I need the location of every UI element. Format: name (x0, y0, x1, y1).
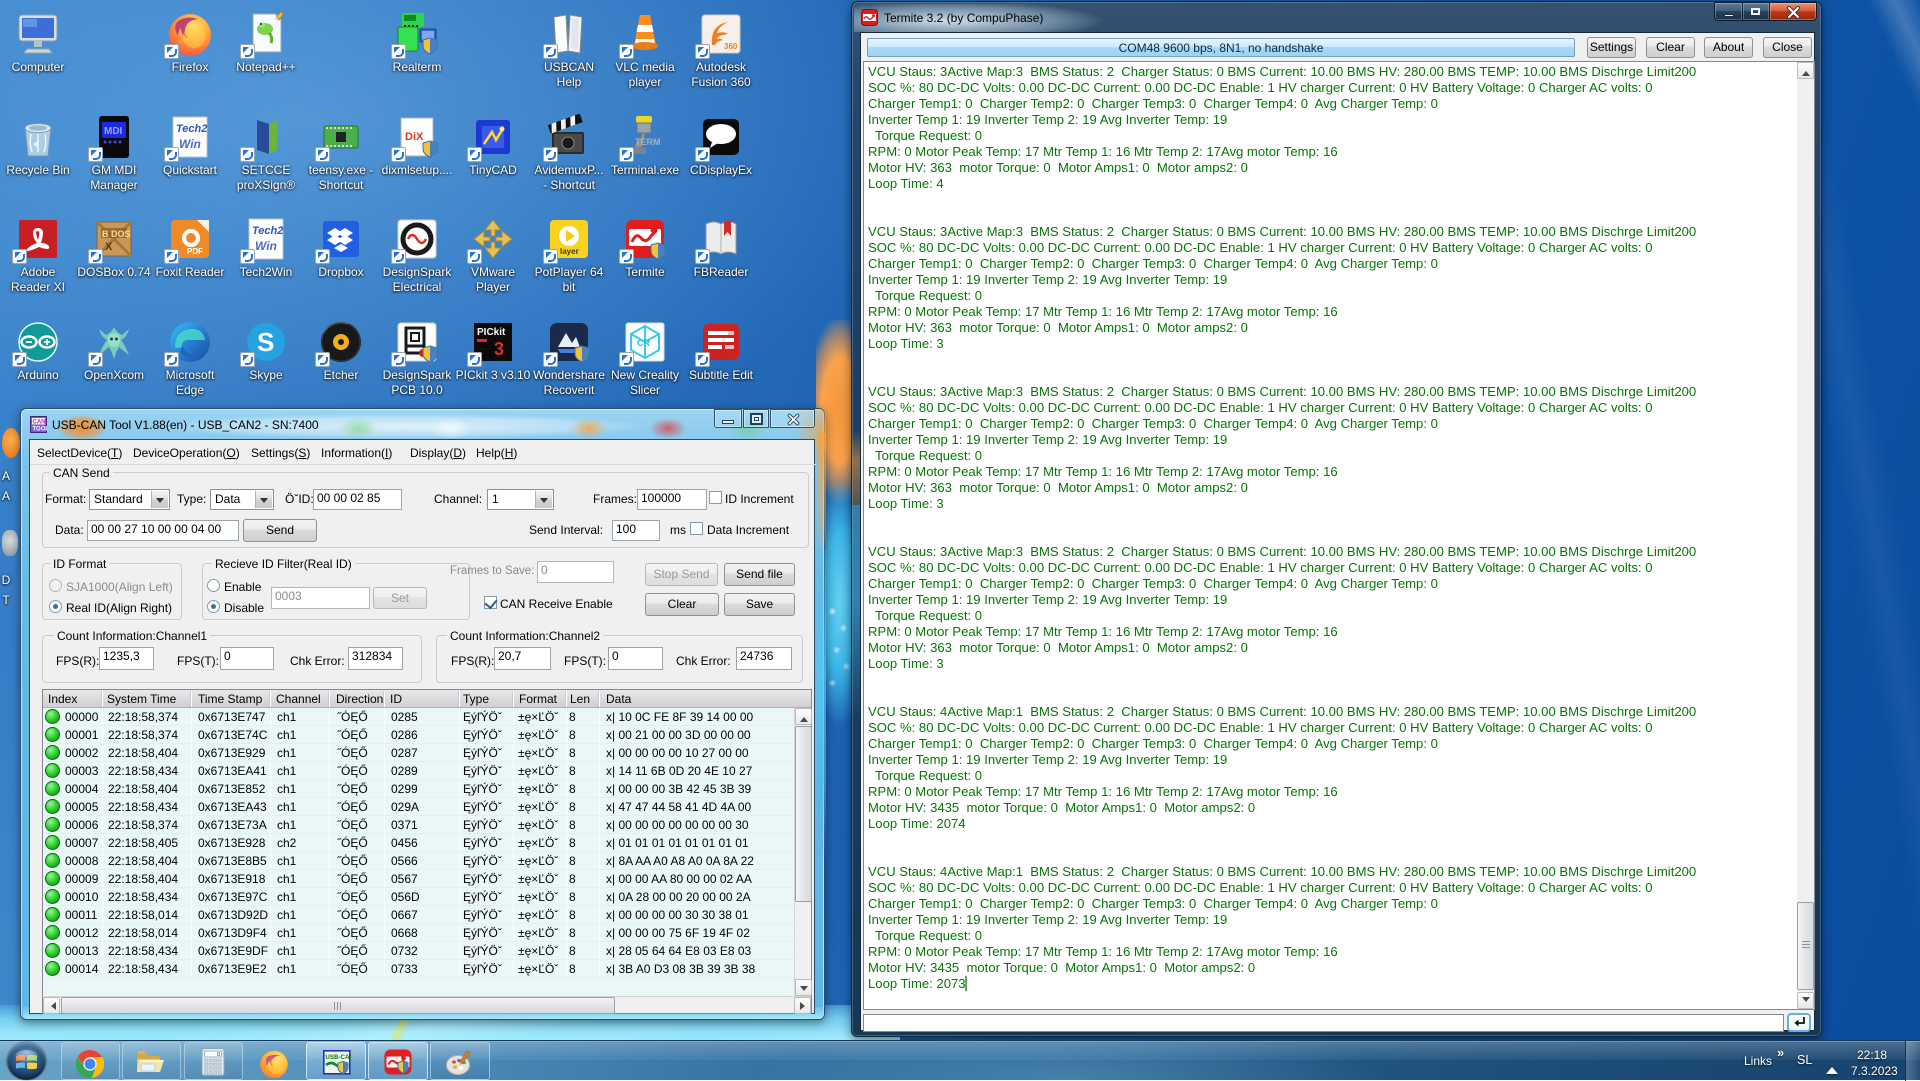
svg-text:0: 0 (217, 1052, 220, 1058)
svg-text:PDF: PDF (187, 247, 203, 256)
svg-text:3: 3 (494, 339, 504, 359)
svg-text:USB-CAN: USB-CAN (325, 1054, 351, 1061)
svg-text:B DOS: B DOS (102, 229, 131, 239)
svg-text:Win: Win (179, 137, 201, 151)
svg-text:TERM: TERM (635, 137, 661, 147)
svg-text:Tech2: Tech2 (252, 225, 283, 237)
svg-text:CAN: CAN (33, 420, 46, 426)
svg-text:TOOL: TOOL (33, 427, 48, 433)
svg-text:Win: Win (255, 239, 277, 253)
svg-text:X: X (105, 241, 113, 253)
svg-text:PICkit: PICkit (477, 327, 506, 338)
svg-text:360: 360 (724, 42, 738, 51)
svg-text:layer: layer (560, 247, 579, 256)
svg-text:CR: CR (637, 338, 650, 348)
svg-text:MDI: MDI (104, 126, 123, 137)
svg-text:Tech2: Tech2 (176, 123, 207, 135)
svg-text:DiX: DiX (405, 131, 424, 143)
svg-text:S: S (257, 327, 274, 357)
